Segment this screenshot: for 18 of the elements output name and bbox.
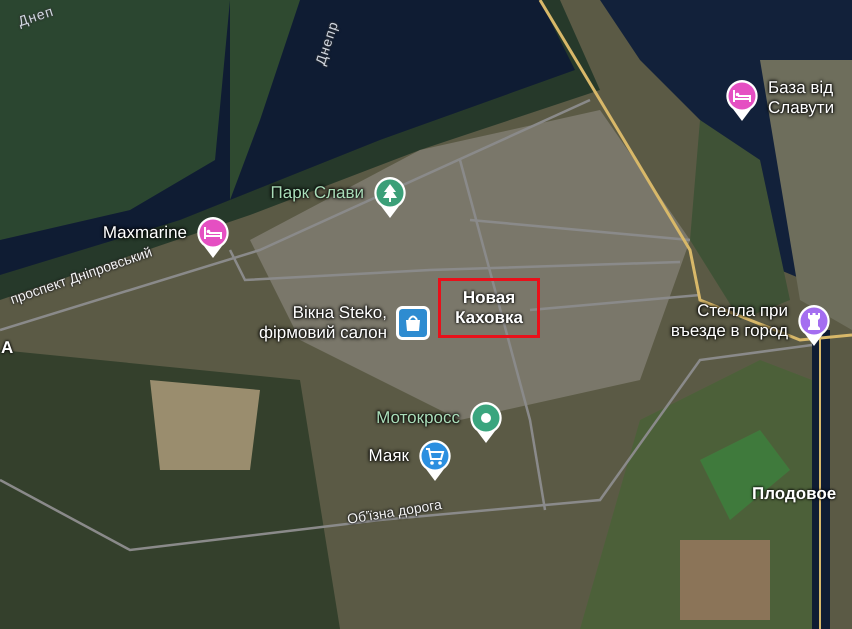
place-label[interactable]: Парк Слави <box>270 183 364 203</box>
road-label: Об'їзна дорога <box>346 496 443 527</box>
tree-pin-icon[interactable] <box>373 176 407 219</box>
place-label[interactable]: База від Славути <box>768 78 834 118</box>
shopping-bag-icon[interactable] <box>396 306 430 340</box>
town-label: Новая Каховка <box>454 288 524 328</box>
place-label[interactable]: Вікна Steko, фірмовий салон <box>258 303 387 343</box>
place-label[interactable]: Мотокросс <box>376 408 460 428</box>
town-label: А <box>1 338 14 358</box>
bed-pin-icon[interactable] <box>196 216 230 259</box>
bed-pin-icon[interactable] <box>725 79 759 122</box>
place-label[interactable]: Маяк <box>368 446 409 466</box>
tower-pin-icon[interactable] <box>797 304 831 347</box>
place-label[interactable]: Maxmarine <box>102 223 187 243</box>
river-label: Днепр <box>312 18 342 67</box>
cart-pin-icon[interactable] <box>418 439 452 482</box>
dot-pin-icon[interactable] <box>469 401 503 444</box>
river-label: Днеп <box>16 2 56 30</box>
